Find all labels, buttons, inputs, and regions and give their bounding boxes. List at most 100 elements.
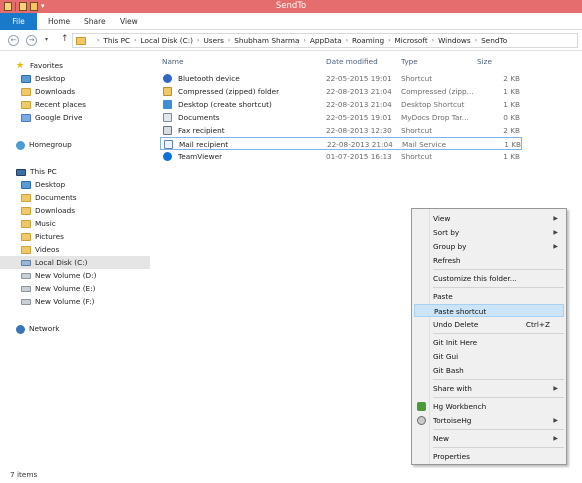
breadcrumb-sendto[interactable]: SendTo	[481, 34, 507, 47]
file-date: 22-08-2013 21:04	[326, 100, 392, 109]
sidebar-item-downloads[interactable]: Downloads	[21, 85, 75, 98]
breadcrumb-local-disk[interactable]: Local Disk (C:)	[141, 34, 193, 47]
file-row[interactable]: Mail recipient 22-08-2013 21:04 Mail Ser…	[160, 137, 522, 150]
breadcrumb-windows[interactable]: Windows	[438, 34, 471, 47]
menu-item-git-bash[interactable]: Git Bash	[414, 364, 564, 377]
bluetooth-icon	[163, 74, 172, 83]
address-bar[interactable]: › This PC › Local Disk (C:) › Users › Sh…	[72, 33, 578, 48]
sidebar-item-homegroup[interactable]: Homegroup	[16, 138, 72, 151]
menu-separator	[433, 269, 564, 270]
menu-item-git-init[interactable]: Git Init Here	[414, 336, 564, 349]
file-row[interactable]: TeamViewer 01-07-2015 16:13 Shortcut 1 K…	[160, 150, 522, 163]
file-row[interactable]: Fax recipient 22-08-2013 12:30 Shortcut …	[160, 124, 522, 137]
breadcrumb-separator-icon[interactable]: ›	[304, 34, 306, 47]
file-date: 01-07-2015 16:13	[326, 152, 392, 161]
sidebar-item-volume-f[interactable]: New Volume (F:)	[21, 295, 94, 308]
back-button[interactable]: ←	[8, 35, 19, 46]
sidebar-item-label: New Volume (E:)	[35, 284, 96, 293]
sidebar-item-volume-e[interactable]: New Volume (E:)	[21, 282, 95, 295]
recent-locations-icon[interactable]: ▾	[45, 36, 48, 43]
file-date: 22-08-2013 12:30	[326, 126, 392, 135]
file-size: 2 KB	[503, 74, 520, 83]
sidebar-item-desktop[interactable]: Desktop	[21, 72, 65, 85]
zip-folder-icon	[163, 87, 172, 96]
menu-item-new[interactable]: New ▶	[414, 432, 564, 445]
sidebar-item-google-drive[interactable]: Google Drive	[21, 111, 83, 124]
menu-item-label: Sort by	[433, 228, 460, 237]
menu-separator	[433, 287, 564, 288]
sidebar-item-label: Homegroup	[29, 140, 72, 149]
submenu-arrow-icon: ▶	[553, 243, 558, 250]
breadcrumb-separator-icon[interactable]: ›	[388, 34, 390, 47]
sidebar-item-favorites[interactable]: ★ Favorites	[16, 59, 63, 72]
column-header-name[interactable]: Name	[162, 56, 184, 68]
menu-item-tortoisehg[interactable]: TortoiseHg ▶	[414, 414, 564, 427]
submenu-arrow-icon: ▶	[553, 215, 558, 222]
column-header-type[interactable]: Type	[401, 56, 418, 68]
menu-item-label: Paste shortcut	[434, 307, 487, 316]
menu-item-paste[interactable]: Paste	[414, 290, 564, 303]
menu-separator	[433, 333, 564, 334]
sidebar-item-volume-d[interactable]: New Volume (D:)	[21, 269, 96, 282]
tab-view[interactable]: View	[120, 13, 138, 30]
breadcrumb-separator-icon[interactable]: ›	[228, 34, 230, 47]
menu-item-share-with[interactable]: Share with ▶	[414, 382, 564, 395]
menu-item-view[interactable]: View ▶	[414, 212, 564, 225]
breadcrumb-roaming[interactable]: Roaming	[352, 34, 384, 47]
column-header-date[interactable]: Date modified	[326, 56, 378, 68]
sidebar-item-pc-desktop[interactable]: Desktop	[21, 178, 65, 191]
hg-workbench-icon	[417, 402, 426, 411]
menu-item-label: Undo Delete	[433, 320, 479, 329]
sidebar-item-videos[interactable]: Videos	[21, 243, 59, 256]
breadcrumb-separator-icon[interactable]: ›	[97, 34, 99, 47]
breadcrumb-separator-icon[interactable]: ›	[197, 34, 199, 47]
breadcrumb-separator-icon[interactable]: ›	[432, 34, 434, 47]
file-row[interactable]: Documents 22-05-2015 19:01 MyDocs Drop T…	[160, 111, 522, 124]
menu-item-properties[interactable]: Properties	[414, 450, 564, 463]
menu-separator	[433, 429, 564, 430]
sidebar-item-label: Music	[35, 219, 56, 228]
sidebar-item-this-pc[interactable]: This PC	[16, 165, 57, 178]
menu-item-group-by[interactable]: Group by ▶	[414, 240, 564, 253]
menu-item-label: TortoiseHg	[433, 416, 472, 425]
menu-item-customize-folder[interactable]: Customize this folder...	[414, 272, 564, 285]
menu-item-refresh[interactable]: Refresh	[414, 254, 564, 267]
breadcrumb-this-pc[interactable]: This PC	[103, 34, 130, 47]
breadcrumb-user[interactable]: Shubham Sharma	[234, 34, 299, 47]
sidebar-item-recent-places[interactable]: Recent places	[21, 98, 86, 111]
menu-separator	[433, 379, 564, 380]
sidebar-item-local-disk-c[interactable]: Local Disk (C:)	[0, 256, 150, 269]
file-row[interactable]: Compressed (zipped) folder 22-08-2013 21…	[160, 85, 522, 98]
file-row[interactable]: Desktop (create shortcut) 22-08-2013 21:…	[160, 98, 522, 111]
sidebar-item-music[interactable]: Music	[21, 217, 56, 230]
menu-item-hg-workbench[interactable]: Hg Workbench	[414, 400, 564, 413]
breadcrumb-separator-icon[interactable]: ›	[346, 34, 348, 47]
documents-icon	[21, 194, 31, 202]
breadcrumb-separator-icon[interactable]: ›	[475, 34, 477, 47]
sidebar-item-pc-downloads[interactable]: Downloads	[21, 204, 75, 217]
teamviewer-icon	[163, 152, 172, 161]
menu-item-undo-delete[interactable]: Undo Delete Ctrl+Z	[414, 318, 564, 331]
menu-item-sort-by[interactable]: Sort by ▶	[414, 226, 564, 239]
up-button[interactable]: ↑	[61, 34, 69, 44]
sidebar-item-network[interactable]: Network	[16, 322, 59, 335]
breadcrumb-separator-icon[interactable]: ›	[134, 34, 136, 47]
documents-icon	[163, 113, 172, 122]
videos-icon	[21, 246, 31, 254]
menu-item-paste-shortcut[interactable]: Paste shortcut	[414, 304, 564, 317]
menu-item-label: New	[433, 434, 449, 443]
tab-home[interactable]: Home	[48, 13, 70, 30]
forward-button[interactable]: →	[26, 35, 37, 46]
tab-share[interactable]: Share	[84, 13, 106, 30]
breadcrumb-appdata[interactable]: AppData	[310, 34, 342, 47]
column-header-size[interactable]: Size	[477, 56, 492, 68]
sidebar-item-documents[interactable]: Documents	[21, 191, 77, 204]
sidebar-item-pictures[interactable]: Pictures	[21, 230, 64, 243]
breadcrumb-microsoft[interactable]: Microsoft	[394, 34, 427, 47]
tab-file[interactable]: File	[0, 13, 37, 30]
menu-item-git-gui[interactable]: Git Gui	[414, 350, 564, 363]
fax-icon	[163, 126, 172, 135]
breadcrumb-users[interactable]: Users	[203, 34, 223, 47]
file-row[interactable]: Bluetooth device 22-05-2015 19:01 Shortc…	[160, 72, 522, 85]
file-date: 22-05-2015 19:01	[326, 113, 392, 122]
